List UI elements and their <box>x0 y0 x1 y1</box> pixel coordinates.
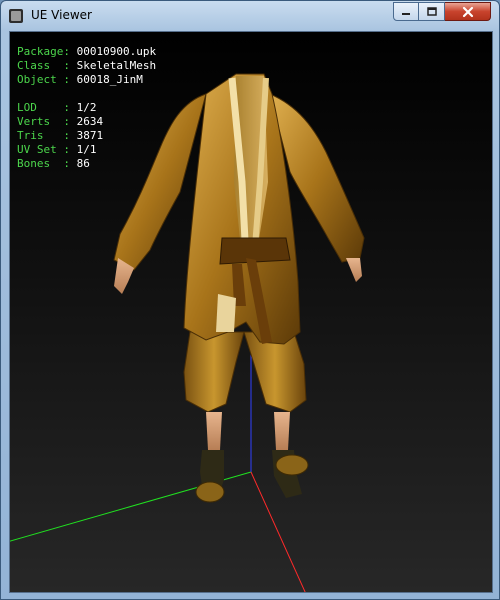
minimize-icon <box>402 12 410 15</box>
close-icon <box>462 6 473 17</box>
info-row-bones: Bones : 86 <box>17 157 90 170</box>
info-value-tris: 3871 <box>76 129 104 142</box>
info-label-uvset: UV Set <box>17 143 57 156</box>
info-value-object: 60018_JinM <box>76 73 143 86</box>
info-label-package: Package <box>17 45 64 58</box>
info-label-object: Object <box>17 73 57 86</box>
mesh-info-panel: Package: 00010900.upk Class : SkeletalMe… <box>17 45 156 171</box>
maximize-button[interactable] <box>419 2 445 21</box>
info-label-class: Class <box>17 59 51 72</box>
info-row-package: Package: 00010900.upk <box>17 45 157 58</box>
info-row-tris: Tris : 3871 <box>17 129 104 142</box>
close-button[interactable] <box>445 2 491 21</box>
info-value-uvset: 1/1 <box>76 143 97 156</box>
maximize-icon <box>426 6 437 16</box>
info-row-class: Class : SkeletalMesh <box>17 59 157 72</box>
info-label-bones: Bones <box>17 157 51 170</box>
3d-viewport[interactable]: Package: 00010900.upk Class : SkeletalMe… <box>9 31 493 593</box>
window-title: UE Viewer <box>31 8 92 22</box>
info-label-verts: Verts <box>17 115 51 128</box>
info-value-class: SkeletalMesh <box>76 59 157 72</box>
info-row-verts: Verts : 2634 <box>17 115 104 128</box>
info-row-lod: LOD : 1/2 <box>17 101 97 114</box>
info-value-verts: 2634 <box>76 115 104 128</box>
info-label-tris: Tris <box>17 129 44 142</box>
info-row-uvset: UV Set : 1/1 <box>17 143 97 156</box>
title-bar[interactable]: UE Viewer <box>1 1 499 31</box>
info-value-package: 00010900.upk <box>76 45 157 58</box>
info-label-lod: LOD <box>17 101 37 114</box>
ue-viewer-app-icon <box>9 9 23 23</box>
minimize-button[interactable] <box>393 2 419 21</box>
app-window: UE Viewer Package: 00010900.upk Class: … <box>0 0 500 600</box>
info-row-object: Object : 60018_JinM <box>17 73 143 86</box>
info-value-lod: 1/2 <box>76 101 97 114</box>
info-value-bones: 86 <box>76 157 90 170</box>
